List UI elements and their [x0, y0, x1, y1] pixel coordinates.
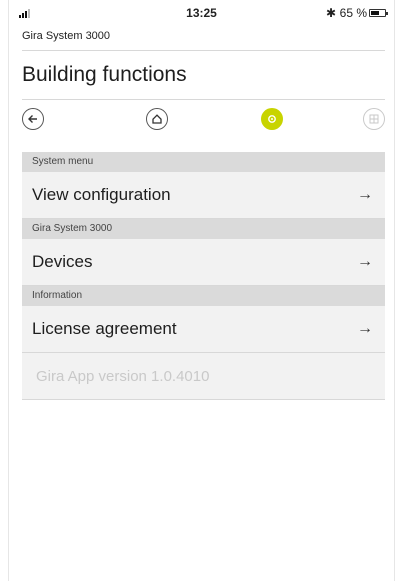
devices-item[interactable]: Devices →	[22, 239, 385, 286]
item-label: Devices	[32, 252, 93, 271]
view-configuration-item[interactable]: View configuration →	[22, 172, 385, 219]
nav-bar	[22, 108, 385, 134]
grid-button[interactable]	[363, 108, 385, 130]
app-name: Gira System 3000	[22, 30, 111, 42]
bluetooth-icon: ✱	[325, 6, 336, 20]
divider	[22, 50, 385, 51]
section-header-system-menu: System menu	[22, 152, 385, 172]
item-label: View configuration	[32, 185, 171, 204]
item-label: License agreement	[32, 319, 177, 338]
page-title: Building functions	[22, 63, 187, 86]
status-time: 13:25	[186, 6, 217, 20]
arrow-left-icon	[28, 115, 37, 123]
app-version: Gira App version 1.0.4010	[22, 353, 385, 400]
settings-list: System menu View configuration → Gira Sy…	[22, 152, 385, 400]
divider	[22, 99, 385, 100]
section-header-gira-system: Gira System 3000	[22, 219, 385, 239]
back-button[interactable]	[22, 108, 44, 130]
battery-fill	[371, 11, 379, 15]
battery-percent: 65 %	[339, 6, 367, 20]
license-agreement-item[interactable]: License agreement →	[22, 306, 385, 353]
app-frame: 13:25 ✱ 65 % Gira System 3000 Building f…	[8, 0, 395, 581]
settings-button[interactable]	[261, 108, 283, 130]
status-bar: 13:25 ✱ 65 %	[9, 6, 394, 22]
arrow-right-icon: →	[357, 320, 373, 337]
arrow-right-icon: →	[357, 253, 373, 270]
home-icon	[152, 114, 162, 124]
grid-icon	[369, 114, 379, 124]
arrow-right-icon: →	[357, 186, 373, 203]
section-header-information: Information	[22, 286, 385, 306]
battery-icon	[369, 9, 388, 17]
gear-icon	[268, 115, 276, 123]
home-button[interactable]	[146, 108, 168, 130]
